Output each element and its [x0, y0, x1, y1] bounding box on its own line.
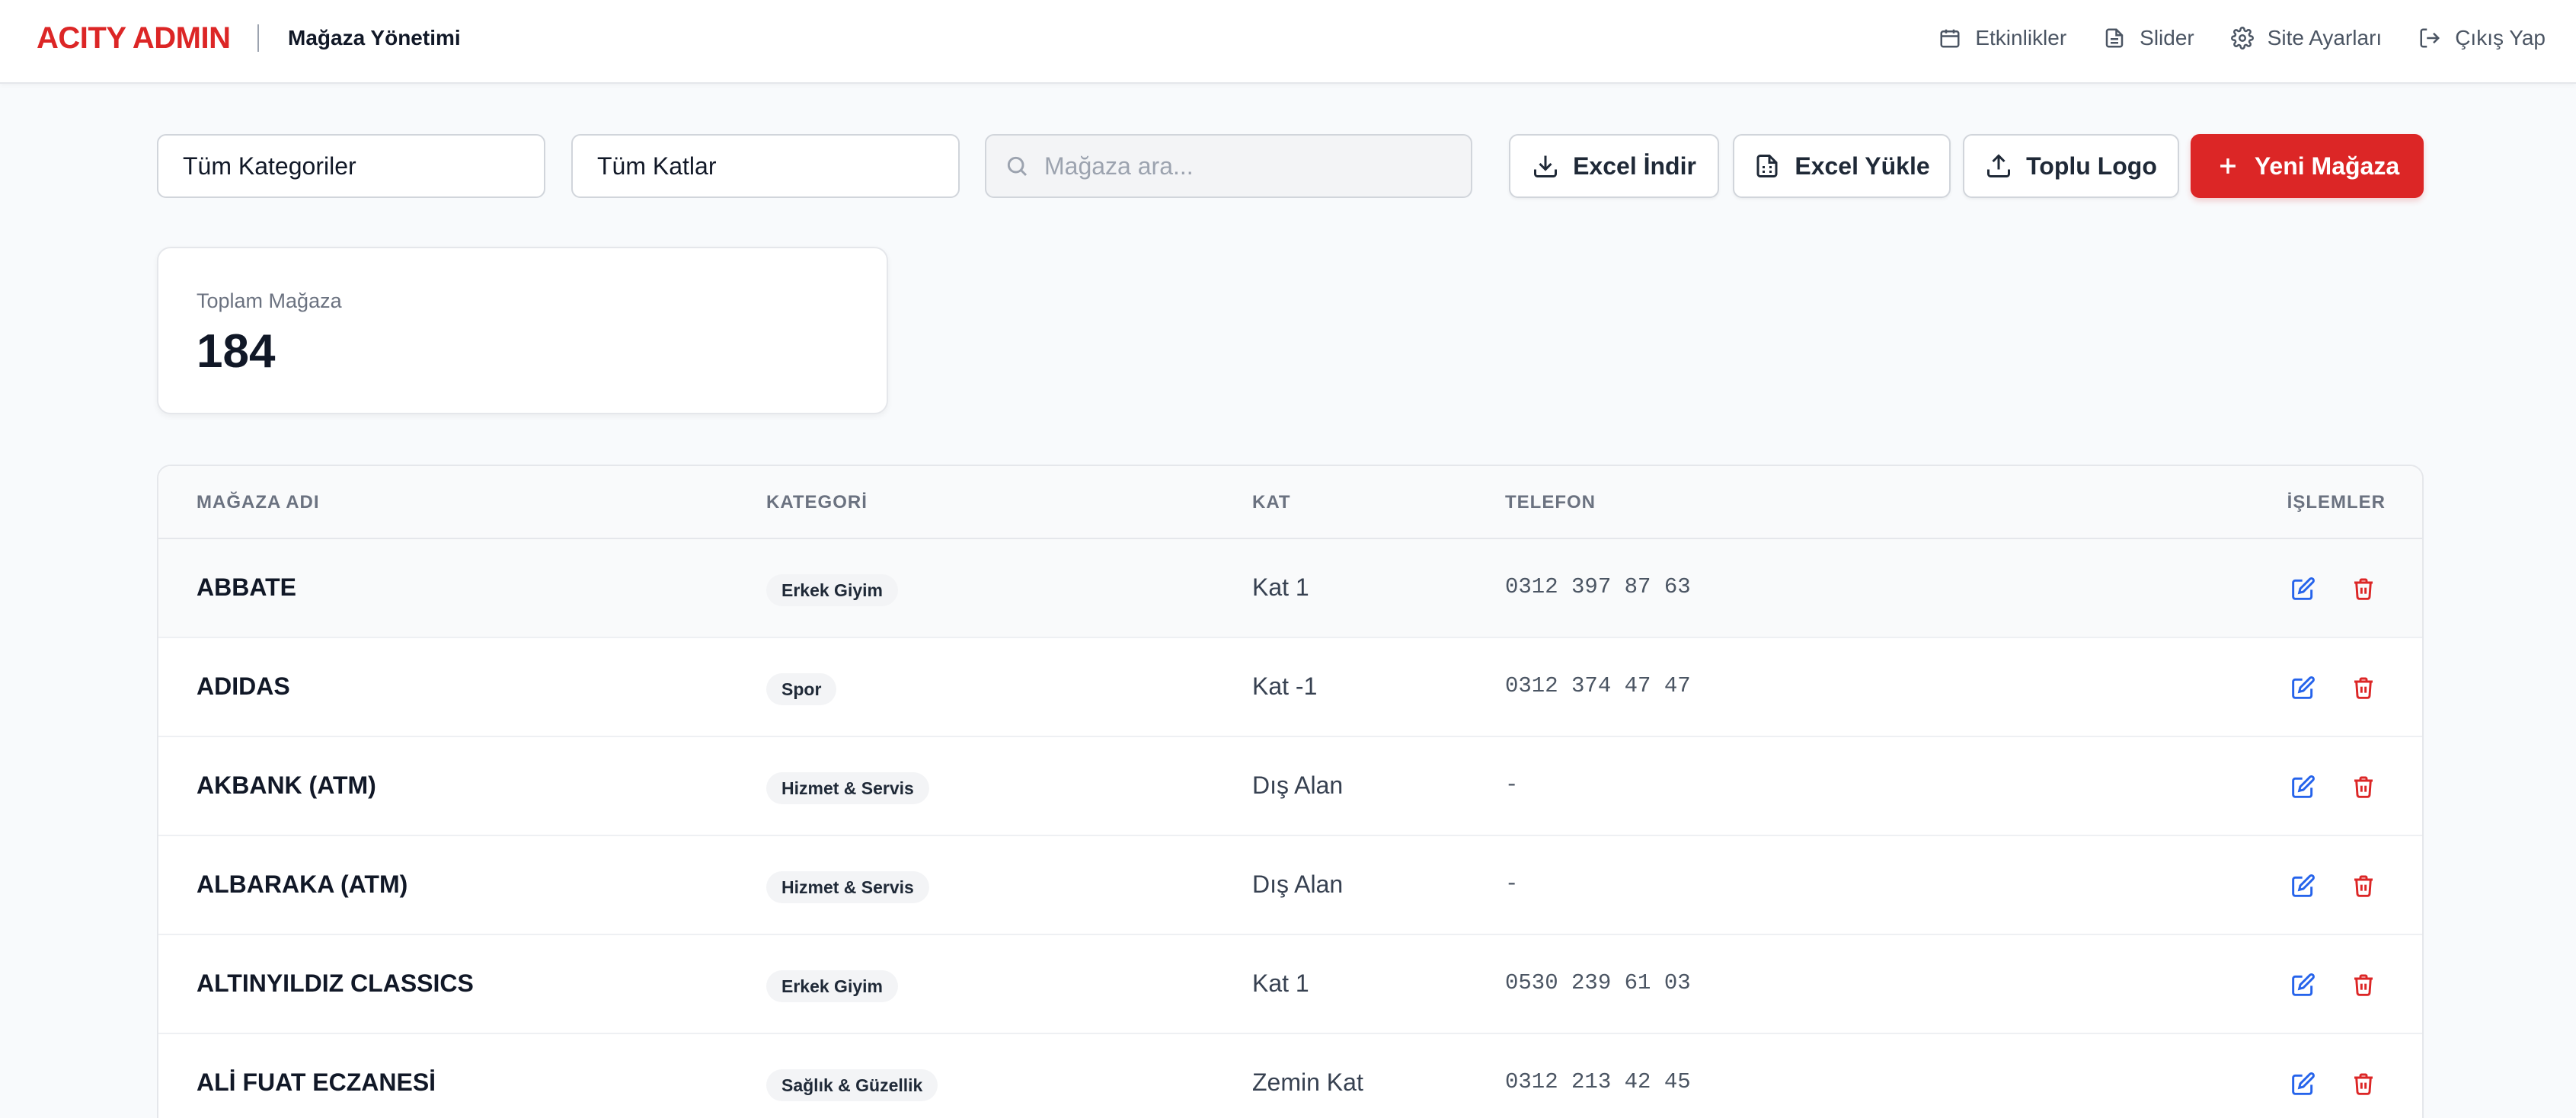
total-stores-card: Toplam Mağaza 184 [157, 247, 888, 414]
trash-icon [2354, 875, 2373, 897]
top-header: ACITY ADMIN Mağaza Yönetimi Etkinlikler … [0, 0, 2576, 84]
edit-button[interactable] [2288, 1068, 2319, 1099]
store-floor: Dış Alan [1252, 870, 1344, 898]
brand-logo[interactable]: ACITY ADMIN [37, 21, 231, 56]
table-row[interactable]: ALİ FUAT ECZANESİ Sağlık & Güzellik Zemi… [158, 1034, 2422, 1118]
store-phone: - [1505, 871, 1519, 896]
store-name: ALİ FUAT ECZANESİ [197, 1068, 436, 1096]
edit-icon [2292, 676, 2315, 699]
edit-icon [2292, 775, 2315, 798]
stores-table: MAĞAZA ADI KATEGORİ KAT TELEFON İŞLEMLER… [157, 465, 2424, 1118]
calendar-icon [1940, 29, 1960, 48]
nav-site-settings[interactable]: Site Ayarları [2230, 26, 2383, 50]
edit-icon [2292, 577, 2315, 600]
category-badge: Erkek Giyim [766, 970, 898, 1002]
store-floor: Zemin Kat [1252, 1068, 1363, 1096]
column-header-floor: KAT [1252, 492, 1291, 513]
delete-button[interactable] [2348, 870, 2379, 901]
category-badge: Hizmet & Servis [766, 871, 929, 903]
table-row[interactable]: ABBATE Erkek Giyim Kat 1 0312 397 87 63 [158, 539, 2422, 638]
delete-button[interactable] [2348, 1068, 2379, 1099]
column-header-actions: İŞLEMLER [2287, 492, 2386, 513]
edit-icon [2292, 1072, 2315, 1095]
edit-button[interactable] [2288, 969, 2319, 1000]
floor-filter-select[interactable]: Tüm Katlar [571, 134, 960, 198]
spreadsheet-file-icon [1756, 155, 1778, 177]
excel-download-label: Excel İndir [1573, 152, 1696, 180]
store-name: ABBATE [197, 573, 296, 601]
new-store-button[interactable]: Yeni Mağaza [2191, 134, 2424, 198]
excel-download-button[interactable]: Excel İndir [1509, 134, 1719, 198]
edit-button[interactable] [2288, 573, 2319, 604]
new-store-label: Yeni Mağaza [2254, 152, 2400, 180]
store-phone: - [1505, 772, 1519, 797]
column-header-category: KATEGORİ [766, 492, 868, 513]
total-stores-label: Toplam Mağaza [197, 289, 342, 312]
store-name: ALBARAKA (ATM) [197, 870, 408, 898]
delete-button[interactable] [2348, 672, 2379, 703]
column-header-name: MAĞAZA ADI [197, 492, 320, 513]
edit-button[interactable] [2288, 870, 2319, 901]
store-phone: 0530 239 61 03 [1505, 970, 1691, 995]
store-name: ADIDAS [197, 672, 290, 700]
nav-logout[interactable]: Çıkış Yap [2418, 26, 2546, 50]
nav-site-settings-label: Site Ayarları [2267, 26, 2383, 50]
bulk-logo-label: Toplu Logo [2026, 152, 2157, 180]
brand-separator [257, 24, 259, 52]
trash-icon [2354, 1073, 2373, 1095]
delete-button[interactable] [2348, 573, 2379, 604]
download-icon [1534, 155, 1558, 177]
trash-icon [2354, 578, 2373, 600]
table-header: MAĞAZA ADI KATEGORİ KAT TELEFON İŞLEMLER [158, 466, 2422, 539]
category-badge: Hizmet & Servis [766, 772, 929, 804]
trash-icon [2354, 776, 2373, 798]
store-phone: 0312 397 87 63 [1505, 574, 1691, 599]
nav-logout-label: Çıkış Yap [2455, 26, 2546, 50]
edit-button[interactable] [2288, 672, 2319, 703]
bulk-logo-button[interactable]: Toplu Logo [1963, 134, 2179, 198]
page-title: Mağaza Yönetimi [288, 26, 461, 50]
top-nav: Etkinlikler Slider Site Ayarları Çıkış Y… [1938, 0, 2546, 76]
edit-icon [2292, 874, 2315, 897]
logout-icon [2420, 28, 2440, 48]
plus-icon [2220, 158, 2236, 174]
upload-icon [1987, 154, 2011, 177]
nav-slider[interactable]: Slider [2103, 26, 2194, 50]
store-name: AKBANK (ATM) [197, 771, 376, 799]
category-badge: Spor [766, 673, 837, 705]
gear-icon [2230, 27, 2254, 50]
excel-upload-label: Excel Yükle [1795, 152, 1930, 180]
edit-button[interactable] [2288, 771, 2319, 802]
store-floor: Kat 1 [1252, 969, 1309, 997]
search-icon [1007, 156, 1028, 177]
store-phone: 0312 213 42 45 [1505, 1069, 1691, 1094]
table-row[interactable]: ADIDAS Spor Kat -1 0312 374 47 47 [158, 638, 2422, 737]
nav-events-label: Etkinlikler [1975, 26, 2067, 50]
category-badge: Erkek Giyim [766, 574, 898, 606]
category-filter-select[interactable]: Tüm Kategoriler [157, 134, 545, 198]
table-row[interactable]: ALBARAKA (ATM) Hizmet & Servis Dış Alan … [158, 836, 2422, 935]
trash-icon [2354, 677, 2373, 699]
store-floor: Kat -1 [1252, 672, 1318, 700]
store-floor: Kat 1 [1252, 573, 1309, 601]
trash-icon [2354, 974, 2373, 996]
delete-button[interactable] [2348, 969, 2379, 1000]
search-box [985, 134, 1472, 198]
search-input[interactable] [1044, 152, 1471, 180]
category-badge: Sağlık & Güzellik [766, 1069, 938, 1101]
store-phone: 0312 374 47 47 [1505, 673, 1691, 698]
column-header-phone: TELEFON [1505, 492, 1596, 513]
nav-events[interactable]: Etkinlikler [1938, 26, 2066, 50]
file-icon [2105, 28, 2124, 48]
total-stores-value: 184 [197, 325, 276, 378]
table-row[interactable]: AKBANK (ATM) Hizmet & Servis Dış Alan - [158, 737, 2422, 836]
edit-icon [2292, 973, 2315, 996]
delete-button[interactable] [2348, 771, 2379, 802]
store-floor: Dış Alan [1252, 771, 1344, 799]
excel-upload-button[interactable]: Excel Yükle [1733, 134, 1951, 198]
nav-slider-label: Slider [2140, 26, 2194, 50]
table-row[interactable]: ALTINYILDIZ CLASSICS Erkek Giyim Kat 1 0… [158, 935, 2422, 1034]
store-name: ALTINYILDIZ CLASSICS [197, 969, 474, 997]
